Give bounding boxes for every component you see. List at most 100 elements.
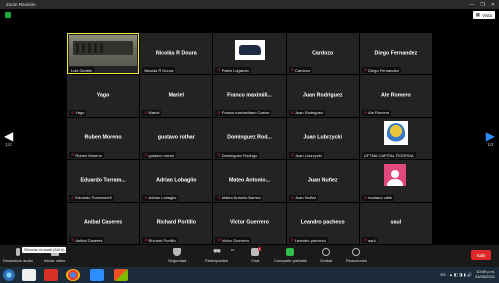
participant-display-name: Victor Guerrero	[229, 219, 270, 226]
participant-name-text: Franco maximiliano Castro	[221, 110, 270, 116]
muted-mic-icon: ⊘	[144, 152, 148, 158]
muted-mic-icon: ⊘	[363, 194, 368, 200]
participant-tile[interactable]: Eduardo Torram... ⊘ Eduardo Torramorell	[67, 160, 140, 202]
zoom-app-icon[interactable]	[90, 269, 104, 281]
record-button[interactable]: Grabar	[320, 248, 332, 263]
participant-display-name: Dominguez Rod...	[227, 135, 272, 142]
participant-tile[interactable]: Luis Gentile	[67, 33, 140, 75]
smiley-icon	[352, 248, 361, 256]
participant-tile[interactable]: Cardozo ⊘ Cardozo	[286, 33, 359, 75]
muted-mic-icon: ⊘	[217, 237, 221, 242]
muted-mic-icon: ⊘	[363, 237, 368, 242]
participant-tile[interactable]: Anibal Caseres ⊘ Anibal Caseres	[67, 202, 140, 244]
media-app-icon[interactable]	[44, 269, 58, 281]
windows-app-icon[interactable]	[114, 269, 128, 281]
participant-tile[interactable]: Yago ⊘ Yago	[67, 75, 140, 117]
participant-name-label: ⊘ Juan Nuñez	[288, 194, 319, 201]
participant-display-name: gustavo rothar	[157, 135, 195, 142]
participant-name-label: ⊘ gustavo rothar	[142, 152, 177, 159]
participant-name-text: Leandro pacheco	[294, 237, 326, 243]
muted-mic-icon: ⊘	[290, 109, 294, 115]
participant-tile[interactable]: UFTMA CAPITAL FEDERAL	[359, 117, 432, 160]
security-button[interactable]: Seguridad	[168, 248, 186, 263]
participant-tile[interactable]: ⊘ Pablo Logando	[213, 33, 286, 75]
participant-tile[interactable]: gustavo rothar ⊘ gustavo rothar	[140, 117, 213, 160]
participant-name-label: Nicolás R Doura	[142, 67, 176, 74]
muted-mic-icon: ⊘	[217, 194, 221, 200]
muted-mic-icon: ⊘	[290, 237, 294, 242]
muted-mic-icon: ⊘	[290, 67, 294, 73]
participant-name-label: ⊘ Juan Rodriguez	[288, 109, 325, 116]
reactions-label: Reacciones	[346, 258, 367, 263]
maximize-button[interactable]: ❐	[480, 2, 484, 8]
participant-display-name: Eduardo Torram...	[80, 177, 126, 184]
next-page-button[interactable]: ▶ 1/2	[486, 130, 495, 147]
participant-tile[interactable]: Juan Lubrzycki ⊘ Juan Lubrzycki	[286, 117, 359, 160]
share-screen-button[interactable]: Compartir pantalla	[274, 248, 307, 263]
participant-name-text: Richard Portillo	[148, 237, 176, 243]
close-button[interactable]: ✕	[491, 2, 495, 8]
participant-tile[interactable]: Diego Fernandez ⊘ Diego Fernandez	[359, 33, 432, 75]
participant-display-name: Franco maximili...	[227, 92, 272, 99]
participant-name-label: UFTMA CAPITAL FEDERAL	[361, 152, 417, 159]
mute-label: Desactivar audio	[3, 258, 33, 263]
language-indicator[interactable]: ES	[440, 272, 445, 277]
participant-name-text: Nicolás R Doura	[144, 67, 174, 73]
participant-tile[interactable]: Dominguez Rod... ⊘ Dominguez Rodrigo	[213, 117, 286, 160]
encryption-shield-icon[interactable]	[5, 12, 11, 18]
prev-page-button[interactable]: ◀ 1/2	[4, 130, 13, 147]
participant-name-label: ⊘ Juan Lubrzycki	[288, 152, 324, 159]
windows-start-icon[interactable]	[3, 269, 15, 281]
participant-tile[interactable]: Mateo Antonio... ⊘ Mateo Antonio Barrea	[213, 160, 286, 202]
leave-button[interactable]: Salir	[471, 250, 491, 260]
participant-tile[interactable]: Ale Romero ⊘ Ale Romero	[359, 75, 432, 117]
participant-tile[interactable]: Ruben Moreno ⊘ Ruben Moreno	[67, 117, 140, 160]
profile-picture	[235, 40, 266, 60]
participant-name-text: Pablo Logando	[221, 67, 249, 73]
chevron-left-icon: ◀	[4, 129, 14, 143]
participant-name-text: UFTMA CAPITAL FEDERAL	[363, 152, 415, 158]
participant-name-label: ⊘ Mariel	[142, 109, 162, 116]
reactions-button[interactable]: Reacciones	[346, 248, 367, 263]
participants-button[interactable]: Participantes 34	[205, 248, 234, 263]
participant-tile[interactable]: Nicolás R Doura Nicolás R Doura	[140, 33, 213, 75]
participant-name-text: saul	[368, 237, 376, 243]
participant-tile[interactable]: Adrian Lobaglio ⊘ Adrian Lobaglio	[140, 160, 213, 202]
tray-icons[interactable]: ▲ ◧ ◨ ▮ 🔊	[449, 272, 472, 277]
participant-name-text: Mariel	[148, 110, 160, 116]
profile-picture	[383, 120, 408, 145]
clock[interactable]: 10:09 p.m. 24/05/2021	[475, 269, 495, 279]
participants-label: Participantes	[205, 258, 229, 263]
page-indicator-left: 1/2	[5, 142, 12, 147]
participant-tile[interactable]: Mariel ⊘ Mariel	[140, 75, 213, 117]
participant-tile[interactable]: ⊘ mariano valle	[359, 160, 432, 202]
participant-tile[interactable]: saul ⊘ saul	[359, 202, 432, 244]
participant-tile[interactable]: Leandro pacheco ⊘ Leandro pacheco	[286, 202, 359, 244]
muted-mic-icon: ⊘	[144, 237, 148, 242]
participant-name-label: ⊘ Leandro pacheco	[288, 237, 328, 243]
muted-mic-icon: ⊘	[144, 109, 148, 115]
participant-name-text: Victor Guerrero	[221, 237, 250, 243]
participant-name-text: gustavo rothar	[148, 152, 175, 158]
share-screen-icon	[286, 248, 295, 256]
participant-name-label: ⊘ Richard Portillo	[142, 237, 178, 243]
participant-name-label: ⊘ Ruben Moreno	[69, 152, 104, 159]
chat-button[interactable]: 1 Chat	[251, 247, 262, 263]
participant-tile[interactable]: Juan Rodriguez ⊘ Juan Rodriguez	[286, 75, 359, 117]
participant-display-name: Juan Nuñez	[307, 177, 338, 184]
participant-name-label: ⊘ Dominguez Rodrigo	[215, 152, 260, 159]
mute-tooltip: Silenciar mi audio (Alt+A)	[22, 247, 67, 253]
minimize-button[interactable]: —	[469, 2, 474, 8]
participant-tile[interactable]: Richard Portillo ⊘ Richard Portillo	[140, 202, 213, 244]
view-button[interactable]: ▦ Vista	[472, 11, 495, 19]
participant-tile[interactable]: Franco maximili... ⊘ Franco maximiliano Ca…	[213, 75, 286, 117]
chrome-icon[interactable]	[66, 269, 80, 281]
explorer-app-icon[interactable]	[22, 269, 36, 281]
gallery-view: Luis Gentile Nicolás R Doura Nicolás R Dou…	[67, 33, 432, 244]
muted-mic-icon: ⊘	[144, 194, 148, 200]
participant-display-name: Cardozo	[312, 50, 334, 57]
muted-mic-icon: ⊘	[217, 67, 221, 73]
participant-tile[interactable]: Victor Guerrero ⊘ Victor Guerrero	[213, 202, 286, 244]
participant-name-label: ⊘ saul	[361, 237, 378, 243]
participant-tile[interactable]: Juan Nuñez ⊘ Juan Nuñez	[286, 160, 359, 202]
